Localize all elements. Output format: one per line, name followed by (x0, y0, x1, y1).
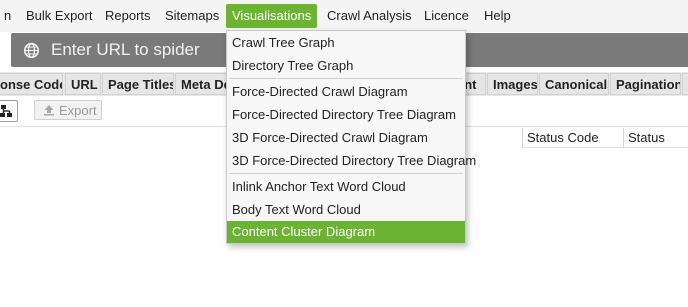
url-placeholder: Enter URL to spider (51, 40, 200, 59)
tab-overflow[interactable] (682, 73, 688, 95)
export-label: Export (59, 103, 97, 118)
menu-item-help[interactable]: Help (478, 4, 517, 28)
tab-response-codes[interactable]: onse Codes (0, 73, 63, 95)
column-header-status-code[interactable]: Status Code (522, 128, 623, 148)
menu-option-content-cluster-diagram[interactable]: Content Cluster Diagram (227, 221, 465, 243)
menu-separator (229, 78, 463, 79)
tab-images[interactable]: Images (487, 73, 538, 95)
menu-option-3d-force-directed-crawl-diagram[interactable]: 3D Force-Directed Crawl Diagram (227, 127, 465, 149)
menu-option-force-directed-crawl-diagram[interactable]: Force-Directed Crawl Diagram (227, 81, 465, 103)
tree-view-button[interactable] (0, 100, 18, 122)
menu-separator (229, 173, 463, 174)
menu-item-bulk-export[interactable]: Bulk Export (20, 4, 98, 28)
menu-item-sitemaps[interactable]: Sitemaps (159, 4, 225, 28)
menu-item-crawl-analysis[interactable]: Crawl Analysis (321, 4, 418, 28)
menu-item-reports[interactable]: Reports (99, 4, 157, 28)
menu-option-body-text-word-cloud[interactable]: Body Text Word Cloud (227, 199, 465, 221)
menu-option-crawl-tree-graph[interactable]: Crawl Tree Graph (227, 32, 465, 54)
globe-icon (23, 42, 40, 59)
column-header-status[interactable]: Status (623, 128, 688, 148)
menu-option-force-directed-directory-tree-diagram[interactable]: Force-Directed Directory Tree Diagram (227, 104, 465, 126)
menu-option-directory-tree-graph[interactable]: Directory Tree Graph (227, 55, 465, 77)
menu-item-licence[interactable]: Licence (418, 4, 475, 28)
menu-bar: n Bulk Export Reports Sitemaps Visualisa… (0, 0, 688, 32)
upload-icon (44, 105, 54, 116)
tab-url[interactable]: URL (65, 73, 101, 95)
menu-option-3d-force-directed-directory-tree-diagram[interactable]: 3D Force-Directed Directory Tree Diagram (227, 150, 476, 172)
menu-item-mode[interactable]: n (0, 4, 17, 28)
tab-pagination[interactable]: Pagination (610, 73, 681, 95)
export-button[interactable]: Export (34, 100, 102, 120)
visualisations-dropdown: Crawl Tree Graph Directory Tree Graph Fo… (226, 30, 476, 244)
tab-page-titles[interactable]: Page Titles (102, 73, 174, 95)
tree-view-icon (0, 105, 12, 117)
menu-option-inlink-anchor-text-word-cloud[interactable]: Inlink Anchor Text Word Cloud (227, 176, 465, 198)
menu-item-visualisations[interactable]: Visualisations (226, 4, 317, 28)
tab-meta-description[interactable]: Meta De (175, 73, 227, 95)
tab-canonicals[interactable]: Canonicals (539, 73, 609, 95)
